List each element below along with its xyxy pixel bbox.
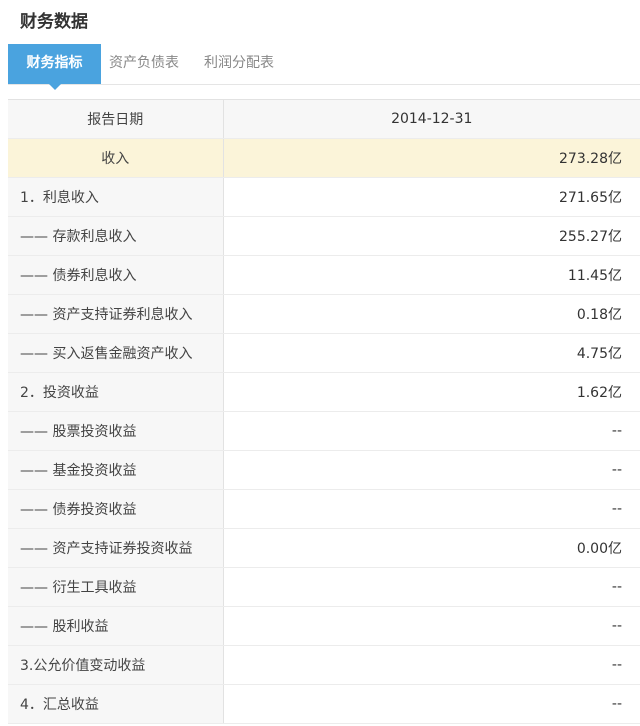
row-value: -- <box>222 489 640 529</box>
active-tab-pointer-icon <box>48 84 61 90</box>
table-row: 2．投资收益 1.62亿 <box>8 372 640 412</box>
row-value: 1.62亿 <box>222 372 640 412</box>
row-value: 271.65亿 <box>222 177 640 217</box>
row-label: —— 衍生工具收益 <box>8 567 223 607</box>
row-value: -- <box>222 684 640 724</box>
table-row: —— 股利收益 -- <box>8 606 640 646</box>
row-value: 11.45亿 <box>222 255 640 295</box>
table-row: —— 基金投资收益 -- <box>8 450 640 490</box>
row-label: —— 股票投资收益 <box>8 411 223 451</box>
row-value: 0.00亿 <box>222 528 640 568</box>
table-row: —— 股票投资收益 -- <box>8 411 640 451</box>
financial-data-table: 报告日期 2014-12-31 收入 273.28亿 1．利息收入 271.65… <box>8 99 640 724</box>
row-label: 1．利息收入 <box>8 177 223 217</box>
row-label: —— 买入返售金融资产收入 <box>8 333 223 373</box>
row-value: -- <box>222 606 640 646</box>
table-row: —— 衍生工具收益 -- <box>8 567 640 607</box>
row-label: 2．投资收益 <box>8 372 223 412</box>
row-value: -- <box>222 450 640 490</box>
row-value: 0.18亿 <box>222 294 640 334</box>
row-label: —— 资产支持证券利息收入 <box>8 294 223 334</box>
tab-balance-sheet[interactable]: 资产负债表 <box>109 44 179 84</box>
table-row: 1．利息收入 271.65亿 <box>8 177 640 217</box>
row-label: —— 债券利息收入 <box>8 255 223 295</box>
tab-label: 资产负债表 <box>109 55 179 71</box>
tab-profit-distribution[interactable]: 利润分配表 <box>204 44 274 84</box>
table-row: —— 债券投资收益 -- <box>8 489 640 529</box>
table-row-total-income: 收入 273.28亿 <box>8 138 640 178</box>
tab-bar: 财务指标 资产负债表 利润分配表 <box>8 44 640 90</box>
row-value: -- <box>222 567 640 607</box>
table-row: 4．汇总收益 -- <box>8 684 640 724</box>
row-label: —— 股利收益 <box>8 606 223 646</box>
row-label: —— 基金投资收益 <box>8 450 223 490</box>
header-date: 2014-12-31 <box>222 99 640 139</box>
tab-label: 财务指标 <box>26 55 83 71</box>
row-label: —— 资产支持证券投资收益 <box>8 528 223 568</box>
table-row: —— 买入返售金融资产收入 4.75亿 <box>8 333 640 373</box>
table-row: —— 资产支持证券投资收益 0.00亿 <box>8 528 640 568</box>
table-row: —— 债券利息收入 11.45亿 <box>8 255 640 295</box>
table-row: —— 资产支持证券利息收入 0.18亿 <box>8 294 640 334</box>
row-label: —— 存款利息收入 <box>8 216 223 256</box>
table-row: —— 存款利息收入 255.27亿 <box>8 216 640 256</box>
row-value: -- <box>222 645 640 685</box>
row-value: -- <box>222 411 640 451</box>
header-label: 报告日期 <box>8 99 223 139</box>
row-label: 4．汇总收益 <box>8 684 223 724</box>
row-value: 273.28亿 <box>222 138 640 178</box>
page-title: 财务数据 <box>20 12 88 32</box>
row-value: 255.27亿 <box>222 216 640 256</box>
row-value: 4.75亿 <box>222 333 640 373</box>
row-label: —— 债券投资收益 <box>8 489 223 529</box>
table-header-row: 报告日期 2014-12-31 <box>8 99 640 139</box>
row-label: 收入 <box>8 138 223 178</box>
tab-label: 利润分配表 <box>204 55 274 71</box>
tab-financial-indicators[interactable]: 财务指标 <box>8 44 101 90</box>
row-label: 3.公允价值变动收益 <box>8 645 223 685</box>
table-row: 3.公允价值变动收益 -- <box>8 645 640 685</box>
